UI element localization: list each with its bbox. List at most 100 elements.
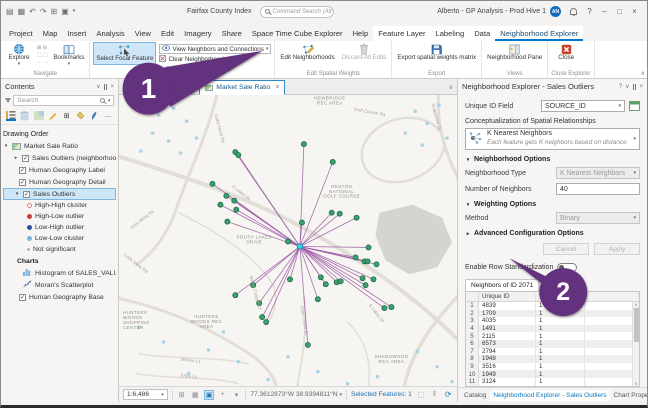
neighbor-point[interactable] [315, 297, 320, 302]
table-row[interactable]: 665731 [466, 340, 639, 348]
ribbon-collapse-icon[interactable]: ∧ [641, 70, 645, 77]
legend-item[interactable]: Low-High outlier [3, 222, 116, 233]
pin-icon[interactable] [104, 84, 107, 90]
selection-options-icon[interactable]: ⬚ [416, 390, 426, 400]
ribbon-tab-view[interactable]: View [130, 26, 156, 41]
view-tab-vulnerability-index[interactable]: Vulnerability Index [123, 80, 199, 94]
table-row[interactable]: 935161 [466, 363, 639, 371]
unique-id-field-select[interactable]: SOURCE_ID▾ [541, 100, 625, 112]
ribbon-tab-space-time-cube-explorer[interactable]: Space Time Cube Explorer [247, 26, 348, 41]
clear-neighborhood-button[interactable]: Clear Neighborhood [159, 55, 271, 64]
neighborhood-options-section[interactable]: ▾Neighborhood Options [465, 156, 640, 163]
neighbor-point[interactable] [232, 198, 237, 203]
neighbor-point[interactable] [210, 181, 215, 186]
export-spatial-weights-button[interactable]: Export spatial weights matrix [395, 42, 478, 63]
layer-checkbox[interactable]: ✓ [23, 191, 30, 198]
table-row[interactable]: 521151 [466, 332, 639, 340]
pause-drawing-icon[interactable]: ‖ [430, 390, 440, 400]
advanced-configuration-section[interactable]: ▸Advanced Configuration Options [465, 230, 640, 237]
ribbon-tab-share[interactable]: Share [217, 26, 247, 41]
neighbor-point[interactable] [382, 306, 387, 311]
redo-icon[interactable]: ↷ [40, 8, 47, 16]
conceptualization-select[interactable]: K Nearest Neighbors Each feature gets K … [465, 128, 640, 150]
neighbors-table[interactable]: Unique IDWeight1483912170913403514149115… [465, 291, 640, 387]
table-row[interactable]: 1019491 [466, 370, 639, 378]
table-row[interactable]: 727941 [466, 348, 639, 356]
neighbor-point[interactable] [353, 255, 358, 260]
close-tab-icon[interactable]: × [275, 84, 279, 91]
pane-pin-icon[interactable] [633, 84, 636, 90]
method-select[interactable]: Binary▾ [556, 212, 640, 224]
minimize-button[interactable]: – [597, 7, 612, 16]
neighbor-point[interactable] [330, 159, 335, 164]
snapping-grid-icon[interactable]: ⊞ [62, 110, 72, 121]
bookmarks-button[interactable]: Bookmarks ▾ [51, 42, 86, 68]
ribbon-tab-feature-layer[interactable]: Feature Layer [373, 26, 430, 41]
neighbor-point[interactable] [360, 276, 365, 281]
chart-item-histogram[interactable]: Histogram of SALES_VALUE [3, 267, 116, 279]
bottom-tab-neighborhood-explorer-sales-outliers[interactable]: Neighborhood Explorer - Sales Outliers [490, 390, 609, 401]
ribbon-tab-imagery[interactable]: Imagery [179, 26, 216, 41]
table-row[interactable]: 1232081 [466, 386, 639, 387]
avatar[interactable]: AN [550, 6, 561, 17]
view-neighbors-dropdown[interactable]: View Neighbors and Connections ▾ [159, 44, 271, 54]
map-tool-icon[interactable]: ▣ [61, 8, 69, 16]
focal-feature-point[interactable] [297, 244, 303, 250]
crosshair-icon[interactable]: + [218, 390, 228, 400]
signed-in-user[interactable]: Alberto - GP Analysis - Prod Hive 1 [437, 8, 546, 15]
map-canvas[interactable]: NEWBRIDGEREC AREAGolf Course SqSoapstone… [119, 95, 457, 386]
status-caret-icon[interactable]: ▾ [232, 390, 242, 400]
neighbor-point[interactable] [285, 239, 290, 244]
edit-neighborhoods-button[interactable]: Edit Neighborhoods [278, 42, 336, 63]
neighbor-point[interactable] [363, 283, 368, 288]
expander-icon[interactable]: ▾ [14, 191, 20, 197]
neighbor-point[interactable] [318, 275, 323, 280]
neighborhood-pane-button[interactable]: Neighborhood Pane [485, 42, 544, 63]
apply-button[interactable]: Apply [594, 243, 640, 255]
contents-search-input[interactable]: Search ▾ [13, 95, 114, 106]
weighting-options-section[interactable]: ▾Weighting Options [465, 201, 640, 208]
data-source-icon[interactable] [20, 110, 30, 121]
expander-icon[interactable]: ▸ [13, 155, 19, 161]
neighbor-point[interactable] [218, 202, 223, 207]
folder-icon[interactable]: ▦ [18, 8, 26, 16]
notifications-icon[interactable] [570, 8, 577, 15]
contents-close-icon[interactable]: × [110, 84, 114, 90]
undo-icon[interactable]: ↶ [29, 8, 36, 16]
layers-icon[interactable]: ▦ [190, 390, 200, 400]
number-of-neighbors-input[interactable]: 40 [556, 183, 640, 195]
neighbor-point[interactable] [389, 305, 394, 310]
expander-icon[interactable]: ▾ [3, 143, 9, 149]
coordinates-readout[interactable]: 77.3612873°W 38.9394811°N ▾ [250, 391, 342, 398]
neighbor-point[interactable] [329, 210, 334, 215]
zoom-to-neighborhood-button[interactable]: Zoom To Neighborhood [159, 65, 271, 74]
bottom-tab-catalog[interactable]: Catalog [461, 390, 489, 401]
selected-features-count[interactable]: Selected Features: 1 [351, 391, 412, 398]
tab-list-caret-icon[interactable]: ∨ [449, 84, 453, 91]
tab-statistics[interactable]: Statistics [539, 279, 577, 291]
neighbor-point[interactable] [337, 211, 342, 216]
edit-tool-icon[interactable] [48, 110, 58, 121]
neighbor-point[interactable] [299, 220, 304, 225]
legend-item[interactable]: Low-Low cluster [3, 233, 116, 244]
layer-map-market-sale-ratio[interactable]: ▾ Market Sale Ratio [3, 140, 116, 152]
qat-dropdown-icon[interactable]: ▾ [73, 9, 76, 14]
table-row[interactable]: 414911 [466, 325, 639, 333]
table-scrollbar[interactable]: ∧ ∨ [632, 302, 639, 386]
neighbor-point[interactable] [323, 282, 328, 287]
neighbor-point[interactable] [287, 277, 292, 282]
neighbor-point[interactable] [234, 207, 239, 212]
row-standardization-toggle[interactable] [557, 263, 577, 272]
ribbon-tab-analysis[interactable]: Analysis [91, 26, 129, 41]
neighbor-point[interactable] [366, 245, 371, 250]
command-search-input[interactable]: Command Search (Alt+Q) [260, 6, 334, 18]
table-row[interactable]: 819481 [466, 355, 639, 363]
help-icon[interactable]: ? [582, 7, 597, 16]
neighbor-point[interactable] [233, 293, 238, 298]
pane-close-icon[interactable]: × [639, 84, 643, 90]
layer-checkbox[interactable]: ✓ [22, 155, 29, 162]
list-by-drawing-order-icon[interactable] [6, 110, 16, 121]
map-view-icon[interactable] [34, 110, 44, 121]
neighbor-point[interactable] [338, 279, 343, 284]
view-tab-market-sale-ratio[interactable]: Market Sale Ratio × [199, 80, 285, 95]
